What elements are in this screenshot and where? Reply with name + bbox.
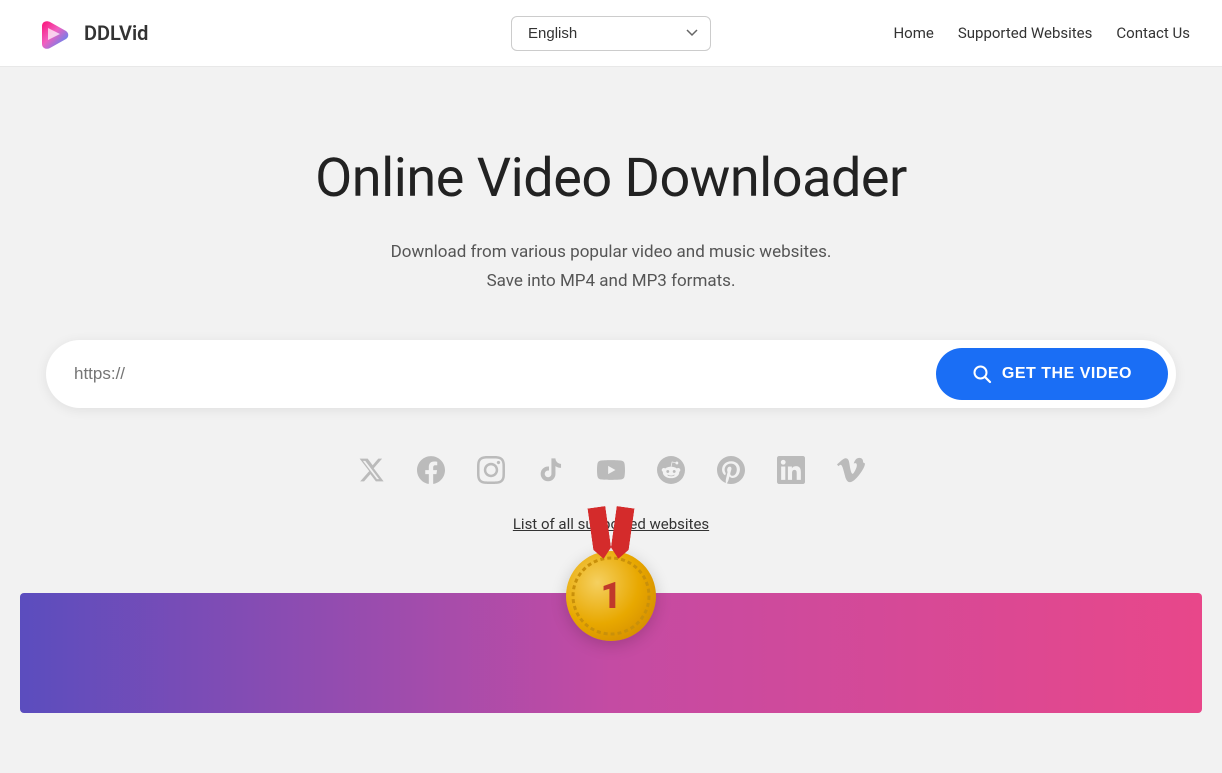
get-video-button[interactable]: GET THE VIDEO (936, 348, 1168, 400)
linkedin-icon[interactable] (777, 456, 805, 491)
nav-links: Home Supported Websites Contact Us (893, 24, 1190, 42)
youtube-icon[interactable] (597, 456, 625, 491)
medal-ribbon-left (587, 506, 612, 560)
social-icons-row (357, 456, 865, 491)
medal-circle: 1 (566, 551, 656, 641)
search-bar: GET THE VIDEO (46, 340, 1176, 408)
main-content: Online Video Downloader Download from va… (0, 67, 1222, 773)
nav-home[interactable]: Home (893, 24, 933, 42)
vimeo-icon[interactable] (837, 456, 865, 491)
medal-ribbon-right (609, 506, 634, 560)
language-selector-container: EnglishSpanishFrenchGermanPortugueseItal… (511, 16, 711, 51)
language-select[interactable]: EnglishSpanishFrenchGermanPortugueseItal… (511, 16, 711, 51)
pinterest-icon[interactable] (717, 456, 745, 491)
reddit-icon[interactable] (657, 456, 685, 491)
medal-number: 1 (601, 575, 622, 617)
medal-container: 1 (566, 503, 656, 641)
logo-text: DDLVid (84, 21, 148, 45)
hero-subtitle: Download from various popular video and … (391, 238, 832, 296)
nav-supported[interactable]: Supported Websites (958, 24, 1093, 42)
logo-icon (32, 12, 74, 54)
url-input[interactable] (74, 364, 936, 384)
navbar: DDLVid EnglishSpanishFrenchGermanPortugu… (0, 0, 1222, 67)
facebook-icon[interactable] (417, 456, 445, 491)
twitter-icon[interactable] (357, 456, 385, 491)
hero-subtitle-line1: Download from various popular video and … (391, 242, 832, 262)
tiktok-icon[interactable] (537, 456, 565, 491)
instagram-icon[interactable] (477, 456, 505, 491)
hero-title: Online Video Downloader (315, 147, 907, 210)
get-video-label: GET THE VIDEO (1002, 365, 1132, 383)
banner-area: 1 (20, 593, 1202, 713)
logo-area: DDLVid (32, 12, 148, 54)
hero-subtitle-line2: Save into MP4 and MP3 formats. (487, 271, 736, 291)
search-icon (972, 364, 992, 384)
nav-contact[interactable]: Contact Us (1116, 24, 1190, 42)
